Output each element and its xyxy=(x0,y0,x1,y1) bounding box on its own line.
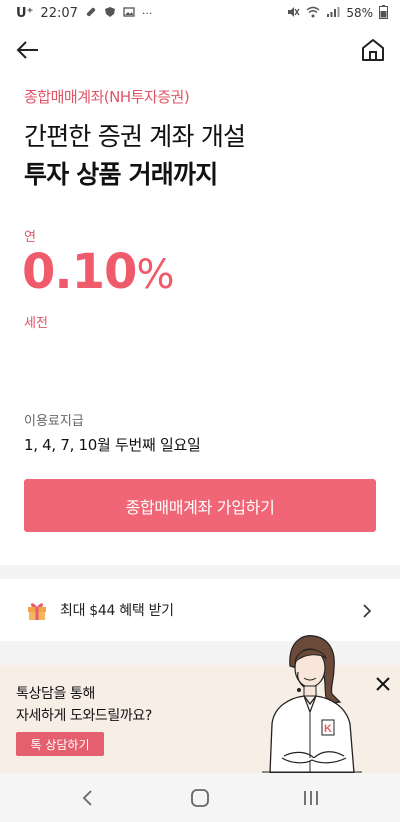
agent-illustration: K xyxy=(262,632,362,774)
app-bar xyxy=(0,30,400,70)
chevron-right-icon xyxy=(360,603,374,618)
headline-line1: 간편한 증권 계좌 개설 xyxy=(24,122,246,151)
rate-number: 0.10 xyxy=(22,244,137,300)
join-account-button[interactable]: 종합매매계좌 가입하기 xyxy=(24,479,376,532)
chat-line1: 톡상담을 통해 xyxy=(16,686,95,702)
rate-value: 0.10% xyxy=(22,244,174,300)
talk-consult-button[interactable]: 톡 상담하기 xyxy=(16,732,104,756)
chat-line2: 자세하게 도와드릴까요? xyxy=(16,708,152,724)
headline: 간편한 증권 계좌 개설 투자 상품 거래까지 xyxy=(24,118,246,194)
nav-back-icon[interactable] xyxy=(77,787,99,809)
back-arrow-icon[interactable] xyxy=(14,36,42,64)
section-divider xyxy=(0,565,400,579)
nav-home-icon[interactable] xyxy=(189,787,211,809)
battery-percent: 58% xyxy=(346,6,373,20)
headline-line2: 투자 상품 거래까지 xyxy=(24,160,218,189)
chat-banner-text: 톡상담을 통해 자세하게 도와드릴까요? xyxy=(16,683,152,727)
agent-badge-letter: K xyxy=(324,723,332,735)
wifi-icon xyxy=(306,6,320,21)
benefit-label: 최대 $44 혜택 받기 xyxy=(60,603,174,619)
status-bar: U⁺ 22:07 ··· 58% xyxy=(0,0,400,26)
system-nav-bar xyxy=(0,773,400,822)
pill-icon xyxy=(85,6,97,21)
rate-suffix: 세전 xyxy=(24,316,48,331)
status-right: 58% xyxy=(287,4,388,22)
nav-recents-icon[interactable] xyxy=(300,787,322,809)
payment-value: 1, 4, 7, 10월 두번째 일요일 xyxy=(24,436,201,454)
close-icon[interactable] xyxy=(374,675,392,693)
battery-icon xyxy=(379,4,388,22)
home-icon[interactable] xyxy=(360,36,386,64)
more-dots-icon: ··· xyxy=(141,6,153,20)
product-label: 종합매매계좌(NH투자증권) xyxy=(24,88,190,106)
clock: 22:07 xyxy=(40,5,78,21)
mute-icon xyxy=(287,6,300,21)
shield-icon xyxy=(104,6,116,21)
gift-icon xyxy=(26,599,48,621)
rate-prefix: 연 xyxy=(24,230,36,245)
status-left: U⁺ 22:07 ··· xyxy=(16,6,152,21)
carrier-label: U⁺ xyxy=(16,5,34,21)
signal-icon xyxy=(326,6,340,21)
rate-unit: % xyxy=(136,252,174,298)
image-icon xyxy=(123,6,135,21)
payment-label: 이용료지급 xyxy=(24,414,84,429)
